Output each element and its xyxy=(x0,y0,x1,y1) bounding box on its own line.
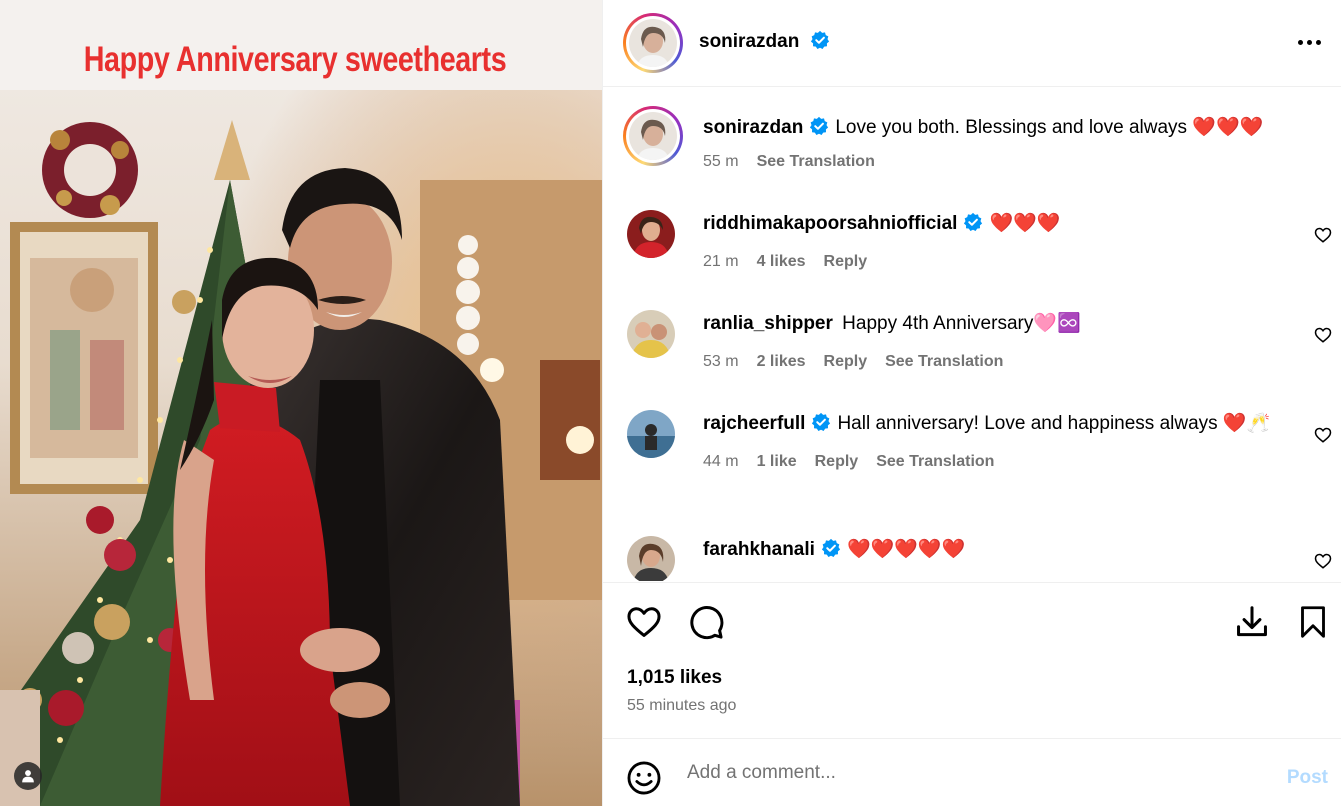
comment-like-heart-icon[interactable] xyxy=(1314,226,1332,244)
reply-button[interactable]: Reply xyxy=(815,448,859,476)
more-options-icon[interactable] xyxy=(1294,30,1324,54)
comment-like-heart-icon[interactable] xyxy=(1314,552,1332,570)
couple-photo xyxy=(0,0,602,806)
commenter-avatar[interactable] xyxy=(627,210,675,258)
caption-text: Love you both. Blessings and love always… xyxy=(835,117,1264,138)
tagged-users-button[interactable] xyxy=(14,762,42,790)
post-details-panel: sonirazdan sonirazdan Love you both. Ble… xyxy=(602,0,1341,806)
comment-like-heart-icon[interactable] xyxy=(1314,326,1332,344)
verified-badge-icon xyxy=(812,412,831,431)
commenter-avatar-image xyxy=(627,210,675,258)
verified-badge-icon xyxy=(821,538,841,557)
verified-badge-icon xyxy=(964,212,983,231)
commenter-username[interactable]: riddhimakapoorsahniofficial xyxy=(703,213,957,234)
reply-button[interactable]: Reply xyxy=(824,348,868,376)
verified-badge-icon xyxy=(810,30,829,49)
download-icon[interactable] xyxy=(1233,603,1271,641)
caption-author-avatar[interactable] xyxy=(623,106,683,166)
comment-like-heart-icon[interactable] xyxy=(1314,426,1332,444)
see-translation-link[interactable]: See Translation xyxy=(876,448,994,476)
post-comment-button[interactable]: Post xyxy=(1287,767,1328,789)
commenter-username[interactable]: ranlia_shipper xyxy=(703,313,833,334)
see-translation-link[interactable]: See Translation xyxy=(885,348,1003,376)
comment-likes-link[interactable]: 1 like xyxy=(757,448,797,476)
post-actions: 1,015 likes 55 minutes ago xyxy=(603,582,1341,738)
comment-time: 21 m xyxy=(703,253,739,270)
commenter-avatar[interactable] xyxy=(627,410,675,458)
author-avatar-image xyxy=(629,19,677,67)
reply-button[interactable]: Reply xyxy=(824,248,868,276)
smiley-icon[interactable] xyxy=(625,759,663,797)
comment-likes-link[interactable]: 4 likes xyxy=(757,248,806,276)
comment-time: 53 m xyxy=(703,353,739,370)
speech-bubble-icon[interactable] xyxy=(687,603,725,641)
photo-overlay-caption: Happy Anniversary sweethearts xyxy=(83,40,507,79)
commenter-avatar-image xyxy=(627,536,675,581)
commenter-avatar[interactable] xyxy=(627,536,675,581)
heart-icon[interactable] xyxy=(625,603,663,641)
commenter-username[interactable]: farahkhanali xyxy=(703,539,815,560)
comments-list: sonirazdan Love you both. Blessings and l… xyxy=(603,88,1341,581)
caption-avatar-image xyxy=(629,112,677,160)
see-translation-link[interactable]: See Translation xyxy=(757,148,875,176)
commenter-username[interactable]: rajcheerfull xyxy=(703,413,805,434)
commenter-avatar-image xyxy=(627,410,675,458)
caption-username[interactable]: sonirazdan xyxy=(703,117,803,138)
post-timestamp[interactable]: 55 minutes ago xyxy=(627,697,736,715)
comment-input[interactable] xyxy=(687,759,1247,787)
user-icon xyxy=(22,770,34,783)
comment-likes-link[interactable]: 2 likes xyxy=(757,348,806,376)
likes-count[interactable]: 1,015 likes xyxy=(627,667,722,689)
commenter-avatar-image xyxy=(627,310,675,358)
caption-time: 55 m xyxy=(703,153,739,170)
commenter-avatar[interactable] xyxy=(627,310,675,358)
comment-text: Happy 4th Anniversary🩷♾️ xyxy=(842,313,1081,334)
post-photo: Happy Anniversary sweethearts xyxy=(0,0,602,806)
author-avatar[interactable] xyxy=(623,13,683,73)
author-username[interactable]: sonirazdan xyxy=(699,31,799,52)
comment-text: ❤️❤️❤️ xyxy=(989,213,1061,234)
post-header: sonirazdan xyxy=(603,0,1341,87)
comment-time: 44 m xyxy=(703,453,739,470)
comment-text: Hall anniversary! Love and happiness alw… xyxy=(837,413,1271,434)
verified-badge-icon xyxy=(810,116,829,135)
add-comment-bar: Post xyxy=(603,738,1341,806)
bookmark-icon[interactable] xyxy=(1295,603,1331,641)
comment-text: ❤️❤️❤️❤️❤️ xyxy=(846,539,966,560)
